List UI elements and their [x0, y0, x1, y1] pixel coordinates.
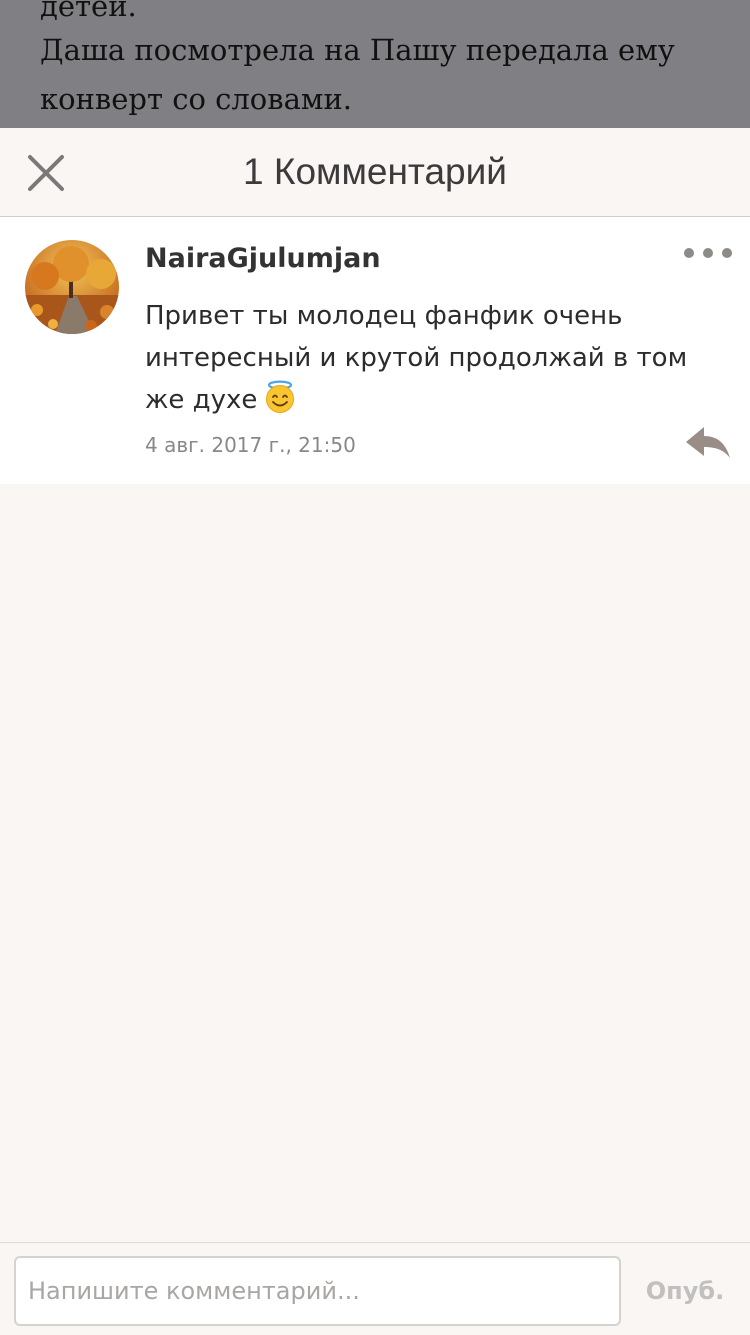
comment-timestamp: 4 авг. 2017 г., 21:50 — [145, 433, 356, 457]
story-line: Даша посмотрела на Пашу передала ему — [40, 33, 675, 67]
comment-body: Привет ты молодец фанфик очень интересны… — [145, 295, 725, 427]
more-dots-icon — [703, 248, 713, 258]
avatar[interactable] — [25, 240, 119, 334]
halo-smile-emoji-icon — [263, 380, 297, 427]
avatar-image — [25, 240, 119, 334]
close-icon — [28, 155, 64, 191]
story-line: конверт со словами. — [40, 82, 352, 116]
close-button[interactable] — [22, 149, 70, 197]
comments-header: 1 Комментарий — [0, 128, 750, 217]
reply-button[interactable] — [684, 424, 732, 462]
more-dots-icon — [722, 248, 732, 258]
story-line: детей. — [40, 0, 137, 23]
comment-text: Привет ты молодец фанфик очень интересны… — [145, 301, 688, 415]
more-dots-icon — [684, 248, 694, 258]
publish-button[interactable]: Опуб. — [632, 1256, 738, 1326]
comment-input[interactable] — [14, 1256, 621, 1326]
reply-arrow-icon — [686, 427, 730, 458]
comment-username[interactable]: NairaGjulumjan — [145, 243, 381, 274]
more-options-button[interactable] — [684, 241, 732, 265]
story-background: детей. Даша посмотрела на Пашу передала … — [0, 0, 750, 128]
comments-title: 1 Комментарий — [243, 151, 507, 192]
comment-item: NairaGjulumjan Привет ты молодец фанфик … — [0, 217, 750, 484]
comment-composer: Опуб. — [0, 1242, 750, 1335]
